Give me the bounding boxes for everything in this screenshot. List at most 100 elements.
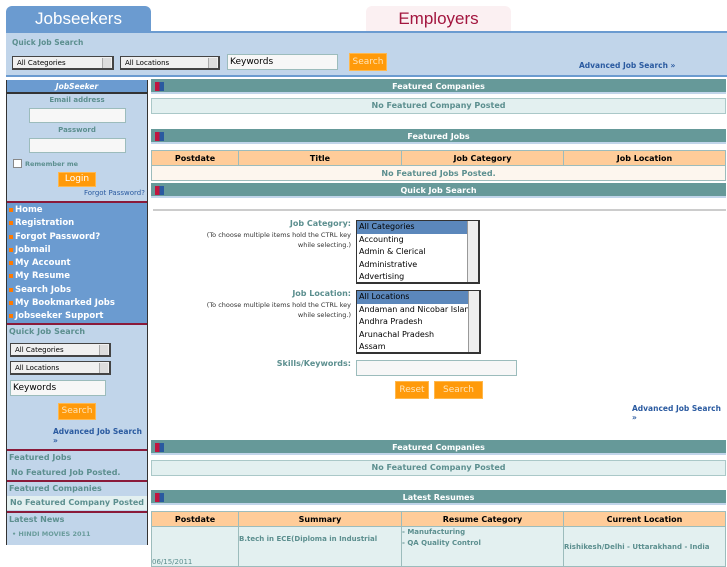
top-location-select[interactable]: All Locations (120, 56, 220, 70)
nav-registration[interactable]: Registration (7, 217, 147, 230)
advanced-search-link[interactable]: Advanced Job Search » (632, 404, 727, 422)
dropdown-arrow-icon (99, 363, 108, 373)
sidebar-nav: Home Registration Forgot Password? Jobma… (7, 201, 147, 325)
side-news-title: Latest News (9, 515, 65, 524)
nav-home[interactable]: Home (7, 204, 147, 217)
col-job-location: Job Location (563, 150, 726, 166)
top-category-value: All Categories (17, 59, 66, 67)
quick-search-header: Quick Job Search (151, 183, 726, 198)
email-label: Email address (49, 96, 105, 104)
search-button[interactable]: Search (434, 381, 483, 399)
latest-resumes-title: Latest Resumes (402, 493, 475, 502)
category-option[interactable]: Administrative (357, 259, 478, 272)
col-title: Title (238, 150, 402, 166)
side-category-select[interactable]: All Categories (10, 343, 111, 357)
featured-jobs-title: Featured Jobs (407, 132, 470, 141)
col-job-category: Job Category (401, 150, 564, 166)
section-icon (155, 132, 164, 141)
side-location-value: All Locations (15, 364, 60, 372)
tab-employers[interactable]: Employers (366, 6, 511, 32)
top-advanced-search-link[interactable]: Advanced Job Search » (579, 61, 675, 70)
password-input[interactable] (29, 138, 126, 153)
quick-search-title: Quick Job Search (400, 186, 477, 195)
side-featured-jobs-title: Featured Jobs (9, 453, 72, 462)
table-row[interactable]: 06/15/2011 B.tech in ECE(Diploma in Indu… (151, 526, 726, 567)
side-category-value: All Categories (15, 346, 64, 354)
job-location-listbox[interactable]: All Locations Andaman and Nicobar Island… (356, 290, 481, 354)
nav-my-account[interactable]: My Account (7, 257, 147, 270)
top-quick-search: Quick Job Search All Categories All Loca… (6, 31, 727, 77)
location-option[interactable]: Andaman and Nicobar Islands (357, 304, 479, 317)
resume-postdate: 06/15/2011 (151, 526, 239, 567)
featured-jobs-table: Postdate Title Job Category Job Location No… (151, 150, 726, 181)
news-item[interactable]: • HINDI MOVIES 2011 (12, 530, 91, 538)
top-search-button[interactable]: Search (349, 53, 387, 71)
job-category-listbox[interactable]: All Categories Accounting Admin & Cleric… (356, 220, 480, 284)
divider (7, 511, 147, 513)
section-icon (155, 493, 164, 502)
featured-companies-title-2: Featured Companies (392, 443, 485, 452)
side-search-button[interactable]: Search (58, 403, 96, 420)
email-input[interactable] (29, 108, 126, 123)
skills-label: Skills/Keywords: (276, 359, 351, 368)
top-category-select[interactable]: All Categories (12, 56, 114, 70)
location-option[interactable]: Arunachal Pradesh (357, 329, 479, 342)
category-option[interactable]: Accounting (357, 234, 478, 247)
remember-label: Remember me (25, 160, 79, 168)
side-featured-companies-msg: No Featured Company Posted (7, 496, 147, 510)
divider (7, 449, 147, 451)
side-location-select[interactable]: All Locations (10, 361, 111, 375)
nav-my-resume[interactable]: My Resume (7, 270, 147, 283)
top-keywords-input[interactable]: Keywords (227, 54, 338, 70)
featured-companies-header: Featured Companies (151, 79, 726, 94)
password-label: Password (58, 126, 96, 134)
side-quick-search-title: Quick Job Search (9, 327, 86, 336)
nav-jobmail[interactable]: Jobmail (7, 244, 147, 257)
login-button[interactable]: Login (58, 172, 96, 187)
tab-jobseekers[interactable]: Jobseekers (6, 6, 151, 32)
location-option[interactable]: Andhra Pradesh (357, 316, 479, 329)
col-postdate: Postdate (151, 511, 239, 527)
divider (7, 480, 147, 482)
nav-jobseeker-support[interactable]: Jobseeker Support (7, 310, 147, 323)
sidebar: JobSeeker Email address Password Remembe… (6, 80, 148, 545)
featured-companies-header-2: Featured Companies (151, 440, 726, 455)
category-option[interactable]: Advertising (357, 271, 478, 284)
top-location-value: All Locations (125, 59, 170, 67)
nav-search-jobs[interactable]: Search Jobs (7, 284, 147, 297)
remember-checkbox[interactable] (13, 159, 22, 168)
skills-input[interactable] (356, 360, 517, 376)
col-resume-category: Resume Category (401, 511, 564, 527)
news-item-label: HINDI MOVIES 2011 (18, 530, 91, 538)
resume-location: Rishikesh/Delhi - Uttarakhand - India (563, 526, 726, 567)
latest-resumes-header: Latest Resumes (151, 490, 726, 505)
category-help: (To choose multiple items hold the CTRL … (206, 231, 351, 249)
scrollbar[interactable] (467, 221, 478, 282)
login-title: JobSeeker (7, 80, 147, 94)
forgot-password-link[interactable]: Forgot Password? (84, 189, 145, 197)
location-option[interactable]: All Locations (357, 291, 479, 304)
side-featured-companies-title: Featured Companies (9, 484, 102, 493)
category-option[interactable]: Admin & Clerical (357, 246, 478, 259)
dropdown-arrow-icon (208, 58, 217, 68)
section-icon (155, 443, 164, 452)
scrollbar[interactable] (468, 291, 479, 352)
nav-forgot-password[interactable]: Forgot Password? (7, 231, 147, 244)
location-option[interactable]: Assam (357, 341, 479, 354)
category-item: - QA Quality Control (402, 539, 481, 547)
dropdown-arrow-icon (99, 345, 108, 355)
side-keywords-input[interactable]: Keywords (10, 380, 106, 396)
nav-bookmarked-jobs[interactable]: My Bookmarked Jobs (7, 297, 147, 310)
col-current-location: Current Location (563, 511, 726, 527)
section-icon (155, 186, 164, 195)
section-icon (155, 82, 164, 91)
featured-companies-msg-2: No Featured Company Posted (151, 460, 726, 476)
featured-jobs-msg: No Featured Jobs Posted. (151, 165, 726, 181)
category-item: - Manufacturing (402, 528, 466, 536)
reset-button[interactable]: Reset (395, 381, 429, 399)
resumes-table: Postdate Summary Resume Category Current Lo… (151, 511, 726, 567)
side-advanced-search-link[interactable]: Advanced Job Search » (53, 427, 147, 445)
category-option[interactable]: All Categories (357, 221, 478, 234)
col-postdate: Postdate (151, 150, 239, 166)
resume-summary[interactable]: B.tech in ECE(Diploma in Industrial (238, 526, 402, 567)
